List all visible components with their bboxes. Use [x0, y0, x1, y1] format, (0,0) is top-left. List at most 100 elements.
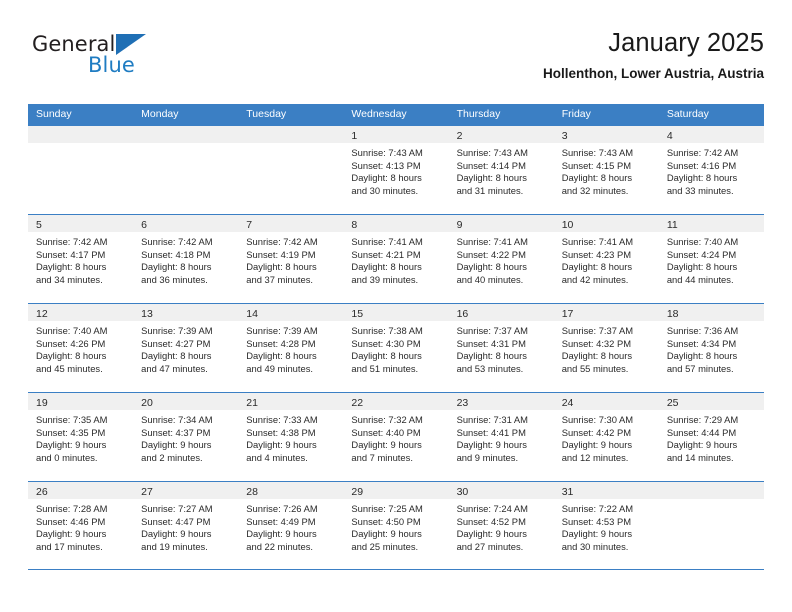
day-number-strip: 7 [238, 215, 344, 232]
day-number: 13 [141, 308, 153, 320]
day-cell[interactable]: 30 Sunrise: 7:24 AM Sunset: 4:52 PM Dayligh… [448, 482, 554, 569]
day-daylight-line-text: and 9 minutes. [456, 451, 519, 463]
day-sunrise-text: Sunrise: 7:29 AM [666, 414, 739, 425]
day-cell[interactable]: 1 Sunrise: 7:43 AM Sunset: 4:13 PM Daylight… [343, 126, 449, 214]
day-daylight-line-text: Daylight: 9 hours [666, 439, 738, 451]
page-subtitle: Hollenthon, Lower Austria, Austria [542, 66, 764, 81]
day-sunrise-text: Sunrise: 7:40 AM [36, 325, 108, 336]
day-cell[interactable]: 3 Sunrise: 7:43 AM Sunset: 4:15 PM Daylight… [553, 126, 659, 214]
day-number-strip: 21 [238, 393, 344, 410]
day-number: 16 [456, 308, 469, 320]
day-info: Sunrise: 7:43 AM Sunset: 4:14 PM Daylight:… [449, 143, 554, 197]
day-cell[interactable]: 13 Sunrise: 7:39 AM Sunset: 4:27 PM Dayligh… [133, 304, 239, 392]
day-cell[interactable]: 6 Sunrise: 7:42 AM Sunset: 4:18 PM Daylight… [133, 215, 239, 303]
day-number-strip: 3 [553, 126, 659, 143]
weekday-header-monday: Monday [141, 108, 179, 120]
day-sunset-text: Sunset: 4:41 PM [456, 426, 526, 438]
day-sunset-text: Sunset: 4:24 PM [666, 248, 737, 260]
day-number: 21 [246, 397, 258, 409]
day-number: 19 [36, 397, 48, 409]
day-daylight-line-text: Daylight: 8 hours [36, 350, 107, 362]
day-cell[interactable]: 22 Sunrise: 7:32 AM Sunset: 4:40 PM Dayligh… [343, 393, 449, 481]
day-daylight-line-text: Daylight: 9 hours [141, 528, 212, 540]
day-cell[interactable]: 18 Sunrise: 7:36 AM Sunset: 4:34 PM Dayligh… [658, 304, 764, 392]
day-daylight-line-text: Daylight: 8 hours [561, 350, 633, 362]
day-daylight-line-text: Daylight: 9 hours [36, 528, 107, 540]
day-daylight-line-text: Daylight: 8 hours [36, 261, 107, 273]
logo-triangle-icon [116, 34, 146, 55]
day-cell[interactable]: 5 Sunrise: 7:42 AM Sunset: 4:17 PM Daylight… [28, 215, 134, 303]
day-sunset-text: Sunset: 4:42 PM [561, 426, 632, 438]
day-cell[interactable]: 23 Sunrise: 7:31 AM Sunset: 4:41 PM Dayligh… [448, 393, 554, 481]
day-cell[interactable]: 9 Sunrise: 7:41 AM Sunset: 4:22 PM Daylight… [448, 215, 554, 303]
week-row: 26 Sunrise: 7:28 AM Sunset: 4:46 PM Dayligh… [28, 481, 764, 570]
day-daylight-line-text: and 40 minutes. [456, 273, 524, 285]
day-cell[interactable]: 21 Sunrise: 7:33 AM Sunset: 4:38 PM Dayligh… [238, 393, 344, 481]
day-cell[interactable]: 27 Sunrise: 7:27 AM Sunset: 4:47 PM Dayligh… [133, 482, 239, 569]
day-sunrise-text: Sunrise: 7:42 AM [246, 236, 318, 247]
day-number-strip: 19 [28, 393, 134, 410]
day-cell[interactable]: 19 Sunrise: 7:35 AM Sunset: 4:35 PM Dayligh… [28, 393, 134, 481]
day-sunrise-text: Sunrise: 7:41 AM [351, 236, 423, 247]
day-sunset-text: Sunset: 4:14 PM [456, 159, 526, 171]
day-number: 1 [351, 130, 358, 142]
day-cell[interactable]: 10 Sunrise: 7:41 AM Sunset: 4:23 PM Dayligh… [553, 215, 659, 303]
day-cell[interactable]: 20 Sunrise: 7:34 AM Sunset: 4:37 PM Dayligh… [133, 393, 239, 481]
day-sunset-text: Sunset: 4:44 PM [666, 426, 737, 438]
day-info: Sunrise: 7:33 AM Sunset: 4:38 PM Daylight:… [238, 410, 343, 464]
day-cell[interactable]: 29 Sunrise: 7:25 AM Sunset: 4:50 PM Dayligh… [343, 482, 449, 569]
weekday-header-wednesday: Wednesday [351, 108, 407, 120]
day-cell[interactable]: 4 Sunrise: 7:42 AM Sunset: 4:16 PM Daylight… [658, 126, 764, 214]
day-sunrise-text: Sunrise: 7:39 AM [246, 325, 318, 336]
day-daylight-line-text: and 49 minutes. [246, 362, 313, 374]
day-daylight-line-text: and 30 minutes. [351, 184, 419, 196]
day-number-strip: 24 [553, 393, 659, 410]
day-cell[interactable]: 24 Sunrise: 7:30 AM Sunset: 4:42 PM Dayligh… [553, 393, 659, 481]
day-sunrise-text: Sunrise: 7:41 AM [561, 236, 634, 247]
day-sunrise-text: Sunrise: 7:43 AM [456, 147, 528, 158]
day-number-strip: 14 [238, 304, 344, 321]
day-number-strip: 5 [28, 215, 134, 232]
day-number: 26 [36, 486, 48, 498]
day-number: 17 [561, 308, 574, 320]
day-sunset-text: Sunset: 4:21 PM [351, 248, 421, 260]
day-number-strip: 23 [448, 393, 554, 410]
day-daylight-line-text: and 7 minutes. [351, 451, 413, 463]
day-daylight-line-text: and 25 minutes. [351, 540, 419, 552]
day-number-strip: 8 [343, 215, 449, 232]
day-sunset-text: Sunset: 4:30 PM [351, 337, 421, 349]
day-number-strip: 18 [658, 304, 764, 321]
day-sunrise-text: Sunrise: 7:24 AM [456, 503, 528, 514]
day-daylight-line-text: Daylight: 8 hours [246, 350, 317, 362]
day-sunset-text: Sunset: 4:18 PM [141, 248, 211, 260]
day-cell[interactable]: 11 Sunrise: 7:40 AM Sunset: 4:24 PM Dayligh… [658, 215, 764, 303]
day-number-strip: 13 [133, 304, 239, 321]
day-cell[interactable]: 8 Sunrise: 7:41 AM Sunset: 4:21 PM Daylight… [343, 215, 449, 303]
day-number: 23 [456, 397, 469, 409]
day-cell-empty [658, 482, 764, 569]
day-cell[interactable]: 7 Sunrise: 7:42 AM Sunset: 4:19 PM Daylight… [238, 215, 344, 303]
day-number: 18 [666, 308, 679, 320]
day-cell[interactable]: 14 Sunrise: 7:39 AM Sunset: 4:28 PM Dayligh… [238, 304, 344, 392]
day-daylight-line-text: Daylight: 8 hours [456, 350, 527, 362]
day-cell[interactable]: 15 Sunrise: 7:38 AM Sunset: 4:30 PM Dayligh… [343, 304, 449, 392]
day-cell[interactable]: 28 Sunrise: 7:26 AM Sunset: 4:49 PM Dayligh… [238, 482, 344, 569]
day-cell[interactable]: 17 Sunrise: 7:37 AM Sunset: 4:32 PM Dayligh… [553, 304, 659, 392]
week-row: 12 Sunrise: 7:40 AM Sunset: 4:26 PM Dayligh… [28, 303, 764, 392]
day-number-strip: 1 [343, 126, 449, 143]
day-cell[interactable]: 26 Sunrise: 7:28 AM Sunset: 4:46 PM Dayligh… [28, 482, 134, 569]
day-number-strip: 15 [343, 304, 449, 321]
day-info: Sunrise: 7:39 AM Sunset: 4:27 PM Daylight:… [133, 321, 238, 375]
day-daylight-line-text: Daylight: 8 hours [246, 261, 317, 273]
day-cell[interactable]: 31 Sunrise: 7:22 AM Sunset: 4:53 PM Dayligh… [553, 482, 659, 569]
general-blue-logo[interactable]: General Blue [28, 32, 228, 88]
day-cell[interactable]: 16 Sunrise: 7:37 AM Sunset: 4:31 PM Dayligh… [448, 304, 554, 392]
day-cell[interactable]: 25 Sunrise: 7:29 AM Sunset: 4:44 PM Dayligh… [658, 393, 764, 481]
day-cell-empty [238, 126, 344, 214]
day-cell[interactable]: 2 Sunrise: 7:43 AM Sunset: 4:14 PM Daylight… [448, 126, 554, 214]
day-daylight-line-text: Daylight: 9 hours [351, 528, 422, 540]
day-info: Sunrise: 7:43 AM Sunset: 4:13 PM Daylight:… [343, 143, 448, 197]
day-sunrise-text: Sunrise: 7:36 AM [666, 325, 739, 336]
day-cell[interactable]: 12 Sunrise: 7:40 AM Sunset: 4:26 PM Dayligh… [28, 304, 134, 392]
day-number: 11 [666, 219, 678, 231]
